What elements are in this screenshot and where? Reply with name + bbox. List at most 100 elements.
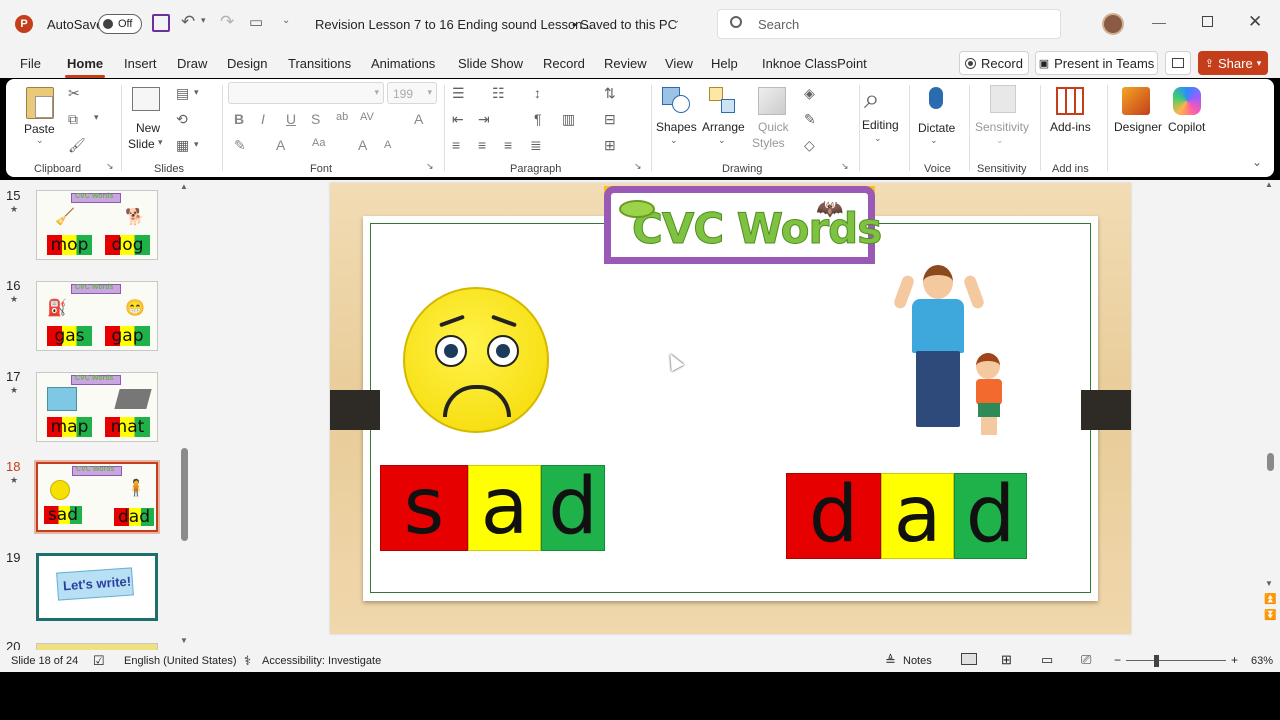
font-size-toggle-icon[interactable]: Aa (312, 137, 325, 149)
notes-button[interactable]: Notes (903, 655, 932, 667)
arrange-dropdown-icon[interactable]: ⌄ (718, 135, 726, 146)
present-from-start-icon[interactable]: ▭ (249, 13, 263, 31)
columns-icon[interactable]: ▥ (562, 111, 575, 128)
slide-thumbnail-20[interactable] (36, 643, 158, 650)
zoom-in-icon[interactable]: + (1231, 653, 1238, 667)
designer-label[interactable]: Designer (1114, 120, 1162, 134)
text-direction-icon[interactable]: ⇅ (604, 85, 616, 102)
title-chevron-icon[interactable]: ⌄ (672, 15, 680, 26)
decrease-font-icon[interactable]: A (384, 139, 391, 151)
normal-view-icon[interactable] (961, 653, 977, 665)
tab-file[interactable]: File (20, 56, 41, 71)
zoom-slider[interactable] (1126, 660, 1226, 661)
zoom-out-icon[interactable]: − (1114, 653, 1121, 667)
search-box[interactable]: Search (717, 9, 1061, 39)
arrange-icon[interactable] (709, 87, 737, 115)
char-spacing-icon[interactable]: ab (336, 111, 348, 123)
tab-draw[interactable]: Draw (177, 56, 207, 71)
slideshow-icon[interactable]: ⎚ (1081, 652, 1091, 668)
previous-slide-icon[interactable]: ⏫ (1264, 594, 1276, 605)
autosave-toggle[interactable]: Off (98, 14, 142, 34)
justify-icon[interactable]: ≣ (530, 137, 542, 154)
scroll-up-icon[interactable]: ▲ (1265, 180, 1273, 189)
tab-review[interactable]: Review (604, 56, 647, 71)
quick-styles-label-2[interactable]: Styles (752, 136, 785, 150)
slide-thumbnail-16[interactable]: CVC Words ⛽ 😁 gas gap (36, 281, 158, 351)
dictate-label[interactable]: Dictate (918, 121, 955, 135)
sensitivity-icon[interactable] (990, 85, 1016, 113)
bullets-icon[interactable]: ☰ (452, 85, 465, 102)
shapes-label[interactable]: Shapes (656, 120, 697, 134)
highlight-icon[interactable]: ✎ (234, 137, 246, 154)
tab-animations[interactable]: Animations (371, 56, 435, 71)
slide-counter[interactable]: Slide 18 of 24 (11, 655, 78, 667)
align-right-icon[interactable]: ≡ (504, 137, 512, 153)
font-color-icon[interactable]: A (276, 137, 285, 153)
new-slide-dropdown-icon[interactable]: ▾ (158, 137, 163, 148)
layout-icon[interactable]: ▤ (176, 85, 189, 102)
quick-styles-icon[interactable] (758, 87, 786, 115)
letter-box-d[interactable]: d (786, 473, 881, 559)
slide-thumbnail-15[interactable]: CVC Words 🧹 🐕 mop dog (36, 190, 158, 260)
present-in-teams-button[interactable]: ▣ Present in Teams (1035, 51, 1158, 75)
undo-dropdown-icon[interactable]: ▾ (201, 15, 206, 26)
format-painter-icon[interactable]: 🖌 (68, 137, 86, 154)
addins-label[interactable]: Add-ins (1050, 120, 1091, 134)
smartart-icon[interactable]: ⊞ (604, 137, 616, 154)
new-slide-icon[interactable] (132, 87, 160, 111)
tab-insert[interactable]: Insert (124, 56, 157, 71)
scroll-down-icon[interactable]: ▼ (1265, 579, 1273, 588)
comments-button[interactable] (1165, 51, 1191, 75)
collapse-ribbon-icon[interactable]: ⌄ (1252, 155, 1262, 169)
minimize-icon[interactable]: — (1152, 14, 1166, 30)
zoom-slider-thumb[interactable] (1154, 655, 1159, 667)
addins-icon[interactable] (1056, 87, 1084, 115)
editing-dropdown-icon[interactable]: ⌄ (874, 133, 882, 144)
shapes-dropdown-icon[interactable]: ⌄ (670, 135, 678, 146)
new-slide-label-2[interactable]: Slide (128, 137, 155, 151)
redo-icon[interactable]: ↷ (220, 12, 234, 32)
underline-icon[interactable]: U (286, 111, 296, 127)
italic-icon[interactable]: I (261, 111, 265, 127)
strikethrough-icon[interactable]: S (311, 111, 320, 127)
letter-box-d[interactable]: d (541, 465, 605, 551)
font-size-select[interactable]: 199 ▾ (387, 82, 437, 104)
cut-icon[interactable]: ✂ (68, 85, 80, 102)
layout-dropdown-icon[interactable]: ▾ (194, 87, 199, 98)
paste-dropdown-icon[interactable]: ⌄ (36, 135, 44, 146)
drawing-launcher-icon[interactable]: ↘ (841, 161, 849, 172)
slide-canvas[interactable]: CVC Words 🦇 s a d d a d (330, 183, 1131, 634)
font-name-select[interactable]: ▾ (228, 82, 384, 104)
shape-fill-icon[interactable]: ◈ (804, 85, 815, 102)
slide-thumbnail-17[interactable]: CVC Words map mat (36, 372, 158, 442)
undo-icon[interactable]: ↶ (181, 12, 195, 32)
align-center-icon[interactable]: ≡ (478, 137, 486, 153)
bold-icon[interactable]: B (234, 111, 244, 127)
clipboard-launcher-icon[interactable]: ↘ (106, 161, 114, 172)
slide-sorter-icon[interactable]: ⊞ (1001, 652, 1012, 668)
restore-icon[interactable] (1202, 16, 1213, 27)
tab-view[interactable]: View (665, 56, 693, 71)
dad-and-child-image[interactable] (890, 257, 1018, 441)
letter-box-a[interactable]: a (468, 465, 541, 551)
paste-icon[interactable] (26, 87, 54, 119)
thumbnail-scrollbar-thumb[interactable] (181, 448, 188, 541)
paste-label[interactable]: Paste (24, 122, 55, 136)
align-text-icon[interactable]: ⊟ (604, 111, 616, 128)
tab-design[interactable]: Design (227, 56, 267, 71)
user-avatar[interactable] (1102, 13, 1124, 35)
document-title[interactable]: Revision Lesson 7 to 16 Ending sound Les… (315, 17, 593, 32)
save-status[interactable]: • Saved to this PC (572, 17, 677, 32)
copy-dropdown-icon[interactable]: ▾ (94, 112, 99, 123)
zoom-level[interactable]: 63% (1251, 655, 1273, 667)
tab-inknoe-classpoint[interactable]: Inknoe ClassPoint (762, 56, 867, 71)
new-slide-label-1[interactable]: New (136, 121, 160, 135)
letter-box-s[interactable]: s (380, 465, 468, 551)
accessibility-icon[interactable]: ⚕ (244, 653, 251, 669)
accessibility-status[interactable]: Accessibility: Investigate (262, 655, 381, 667)
notes-icon[interactable]: ≜ (885, 653, 896, 669)
quick-styles-label-1[interactable]: Quick (758, 120, 789, 134)
decrease-indent-icon[interactable]: ⇤ (452, 111, 464, 128)
next-slide-icon[interactable]: ⏬ (1264, 610, 1276, 621)
reading-view-icon[interactable]: ▭ (1041, 652, 1053, 668)
